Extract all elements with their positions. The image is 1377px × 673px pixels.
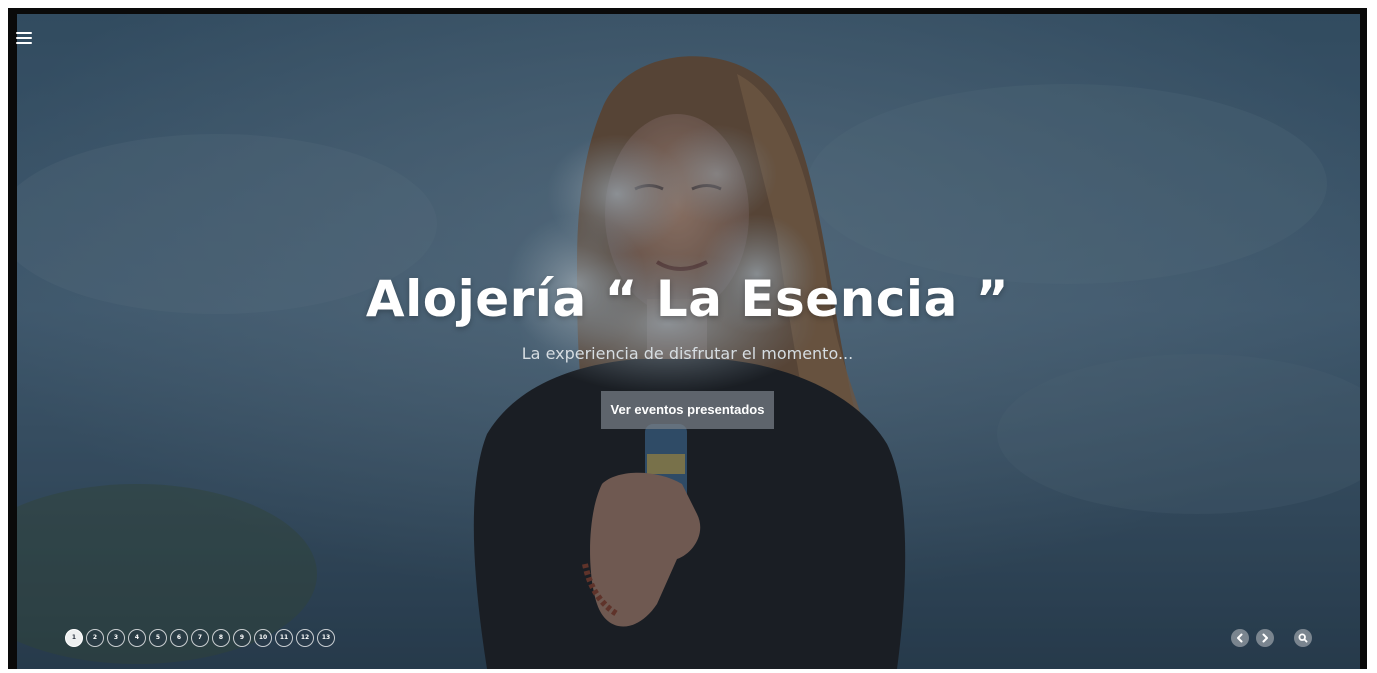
page-frame: Alojería “ La Esencia ” La experiencia d… — [0, 0, 1377, 673]
menu-line-top — [16, 32, 32, 34]
pager-dot-5[interactable]: 5 — [149, 629, 167, 647]
hero-slider: Alojería “ La Esencia ” La experiencia d… — [8, 8, 1367, 669]
pager-dot-9[interactable]: 9 — [233, 629, 251, 647]
pager-dot-2[interactable]: 2 — [86, 629, 104, 647]
pager-dot-7[interactable]: 7 — [191, 629, 209, 647]
view-events-button[interactable]: Ver eventos presentados — [601, 391, 774, 429]
pager-dot-1[interactable]: 1 — [65, 629, 83, 647]
menu-line-bottom — [16, 42, 32, 44]
hero-background-photo — [17, 14, 1360, 669]
pager-dot-6[interactable]: 6 — [170, 629, 188, 647]
pager-dot-3[interactable]: 3 — [107, 629, 125, 647]
chevron-left-icon — [1237, 633, 1243, 643]
pager-dot-12[interactable]: 12 — [296, 629, 314, 647]
pager-dot-8[interactable]: 8 — [212, 629, 230, 647]
next-slide-button[interactable] — [1256, 629, 1274, 647]
pager-dot-11[interactable]: 11 — [275, 629, 293, 647]
magnifier-icon — [1298, 633, 1308, 643]
slide-pager: 1 2 3 4 5 6 7 8 9 10 11 12 13 — [65, 629, 335, 649]
pager-dot-10[interactable]: 10 — [254, 629, 272, 647]
previous-slide-button[interactable] — [1231, 629, 1249, 647]
hero-title: Alojería “ La Esencia ” — [365, 270, 1010, 328]
pager-dot-4[interactable]: 4 — [128, 629, 146, 647]
zoom-button[interactable] — [1294, 629, 1312, 647]
hero-subtitle: La experiencia de disfrutar el momento..… — [521, 344, 854, 363]
pager-dot-13[interactable]: 13 — [317, 629, 335, 647]
hamburger-menu-button[interactable] — [16, 30, 34, 46]
menu-line-middle — [16, 37, 32, 39]
chevron-right-icon — [1262, 633, 1268, 643]
